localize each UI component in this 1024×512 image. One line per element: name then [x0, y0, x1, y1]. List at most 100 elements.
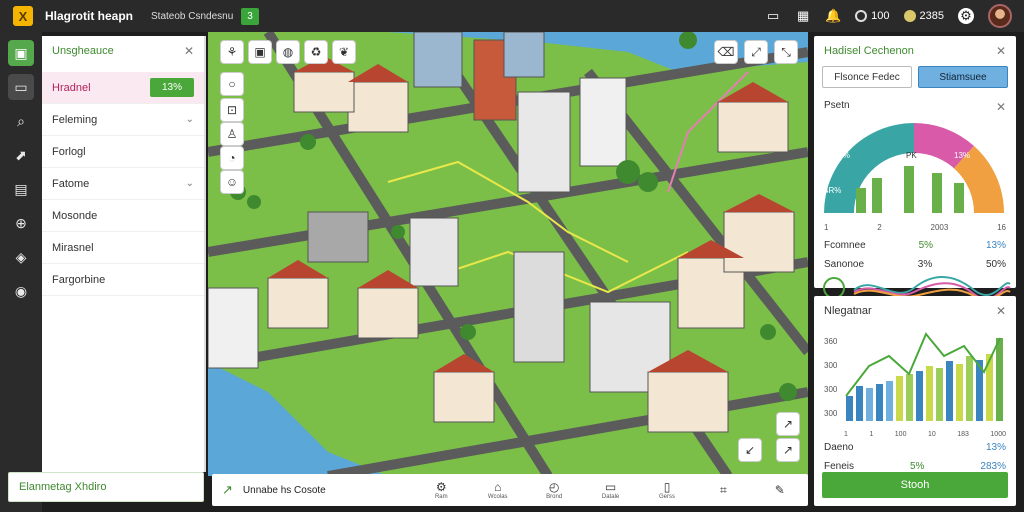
city-map[interactable]: ⚘ ▣ ◍ ♻ ❦ ○ ⊡ ♙ ◔ ☺ ⌫ ⤢ ⤡ ↗ ↙ ↗	[208, 32, 808, 476]
stat-label: Sanonoe	[824, 259, 865, 270]
gauge-label: 13%	[954, 151, 970, 160]
leaf-icon[interactable]: ❦	[332, 40, 356, 64]
tool-label: Gerss	[658, 494, 675, 500]
share-icon[interactable]: ⚘	[220, 40, 244, 64]
notification-bell-icon[interactable]: 🔔	[825, 8, 841, 24]
gem-icon	[903, 10, 916, 22]
tab-bar: Flsonce Fedec Stiamsuee	[814, 66, 1016, 88]
gems-stat: 2385	[903, 10, 944, 22]
tag-icon[interactable]: ◈	[8, 244, 34, 270]
expand-icon[interactable]: ⤢	[744, 40, 768, 64]
recycle-icon[interactable]: ♻	[304, 40, 328, 64]
y-tick: 300	[824, 385, 838, 394]
primary-button[interactable]: Stooh	[822, 472, 1008, 498]
stat-value: 5%	[918, 240, 934, 251]
camera-icon[interactable]: ◉	[8, 278, 34, 304]
trash-icon[interactable]: ⌫	[714, 40, 738, 64]
chevron-down-icon[interactable]: ⌄	[186, 178, 194, 189]
tool-gerss[interactable]: ▯ Gerss	[639, 480, 695, 500]
tool-datale[interactable]: ▭ Datale	[582, 480, 638, 500]
bars	[846, 338, 1003, 421]
dashboard-icon[interactable]: ▣	[8, 40, 34, 66]
status-badge[interactable]: 3	[241, 7, 259, 25]
close-icon[interactable]: ✕	[184, 44, 194, 58]
avatar[interactable]	[988, 4, 1012, 28]
right-panel-chart: Nlegatnar ✕ 360 300 300 300 1 1 100 10 1…	[814, 296, 1016, 506]
grid-icon[interactable]: ▦	[795, 8, 811, 24]
fullscreen-icon[interactable]: ⤡	[774, 40, 798, 64]
folder-icon[interactable]: ▭	[8, 74, 34, 100]
bus-icon[interactable]: ▣	[248, 40, 272, 64]
tool-megaphone[interactable]: ✎	[752, 483, 808, 497]
list-item-feleming[interactable]: Feleming ⌄	[42, 104, 204, 136]
list-item-label: Forlogl	[52, 145, 86, 158]
arrow-icon[interactable]: ↙	[738, 438, 762, 462]
app-logo[interactable]: X	[13, 6, 33, 26]
list-item-label: Fargorbine	[52, 273, 106, 286]
tool-ram[interactable]: ⚙ Ram	[413, 480, 469, 500]
footer-status[interactable]: Elanmetag Xhdiro	[8, 472, 204, 502]
tab-stiamsuee[interactable]: Stiamsuee	[918, 66, 1008, 88]
list-item-mosonde[interactable]: Mosonde	[42, 200, 204, 232]
right-panel-title: Hadisel Cechenon	[824, 45, 914, 57]
trend-icon[interactable]: ↗	[776, 412, 800, 436]
circle-icon[interactable]: ○	[220, 72, 244, 96]
list-item-fatome[interactable]: Fatome ⌄	[42, 168, 204, 200]
pin-icon[interactable]: ◔	[220, 146, 244, 170]
chevron-down-icon[interactable]: ⌄	[186, 114, 194, 125]
stat-value: 50%	[985, 259, 1006, 270]
arrow-up-icon[interactable]: ↗	[776, 438, 800, 462]
stat-row: Sanonoe 3% 50%	[814, 255, 1016, 274]
stat-label: Fcomnee	[824, 240, 866, 251]
list-item-label: Feleming	[52, 113, 98, 126]
x-tick: 183	[957, 431, 969, 438]
close-icon[interactable]: ✕	[996, 44, 1006, 58]
close-icon[interactable]: ✕	[996, 304, 1006, 318]
list-item-fargorbine[interactable]: Fargorbine	[42, 264, 204, 296]
tool-wcolas[interactable]: ⌂ Wcolas	[470, 480, 526, 500]
top-right-controls: ▭ ▦ 🔔 100 2385 ⚙	[765, 4, 1012, 28]
settings-icon[interactable]: ⚙	[958, 8, 974, 24]
list-item-forlogl[interactable]: Forlogl	[42, 136, 204, 168]
stat-row: Daeno 13%	[814, 438, 1016, 457]
left-panel-header: Unsgheauce ✕	[42, 36, 204, 66]
y-tick: 360	[824, 337, 838, 346]
tool-label: Ram	[434, 494, 448, 500]
clock-icon: ◴	[548, 480, 560, 494]
person-icon[interactable]: ♙	[220, 122, 244, 146]
tool-crop[interactable]: ⌗	[695, 483, 751, 498]
x-tick: 100	[894, 431, 907, 438]
window-icon[interactable]: ▭	[765, 8, 781, 24]
coins-stat: 100	[855, 10, 890, 22]
list-item-hradnel[interactable]: Hradnel 13%	[42, 72, 204, 104]
stat-value: 283%	[980, 461, 1006, 472]
section-label: Psetn	[824, 100, 850, 111]
x-tick: 1	[869, 431, 874, 438]
car-icon[interactable]: ◍	[276, 40, 300, 64]
phone-icon: ▯	[663, 480, 671, 494]
list-item-mirasnel[interactable]: Mirasnel	[42, 232, 204, 264]
search-icon[interactable]: ⌕	[8, 108, 34, 134]
bottom-toolbar: ↗ Unnabe hs Cosote ⚙ Ram ⌂ Wcolas ◴ Brond ▭…	[212, 474, 808, 506]
globe-icon[interactable]: ⊕	[8, 210, 34, 236]
axis-label: 16	[997, 223, 1006, 232]
tool-label: Wcolas	[487, 494, 508, 500]
tool-label: Datale	[601, 494, 620, 500]
close-icon[interactable]: ✕	[996, 100, 1006, 114]
stat-value: 13%	[985, 442, 1006, 453]
list-item-label: Mirasnel	[52, 241, 94, 254]
lock-icon[interactable]: ⊡	[220, 98, 244, 122]
x-tick: 1000	[990, 431, 1006, 438]
tool-brond[interactable]: ◴ Brond	[526, 480, 582, 500]
tab-flsonce[interactable]: Flsonce Fedec	[822, 66, 912, 88]
user-icon[interactable]: ☺	[220, 170, 244, 194]
x-tick: 1	[844, 431, 848, 438]
chart-icon[interactable]: ⬈	[8, 142, 34, 168]
document-icon[interactable]: ▤	[8, 176, 34, 202]
map-canvas	[208, 32, 808, 476]
axis-label: 2003	[930, 223, 949, 232]
house-icon: ⌂	[494, 480, 502, 494]
list-item-label: Hradnel	[52, 81, 91, 94]
y-tick: 300	[824, 409, 838, 418]
y-tick: 300	[824, 361, 838, 370]
